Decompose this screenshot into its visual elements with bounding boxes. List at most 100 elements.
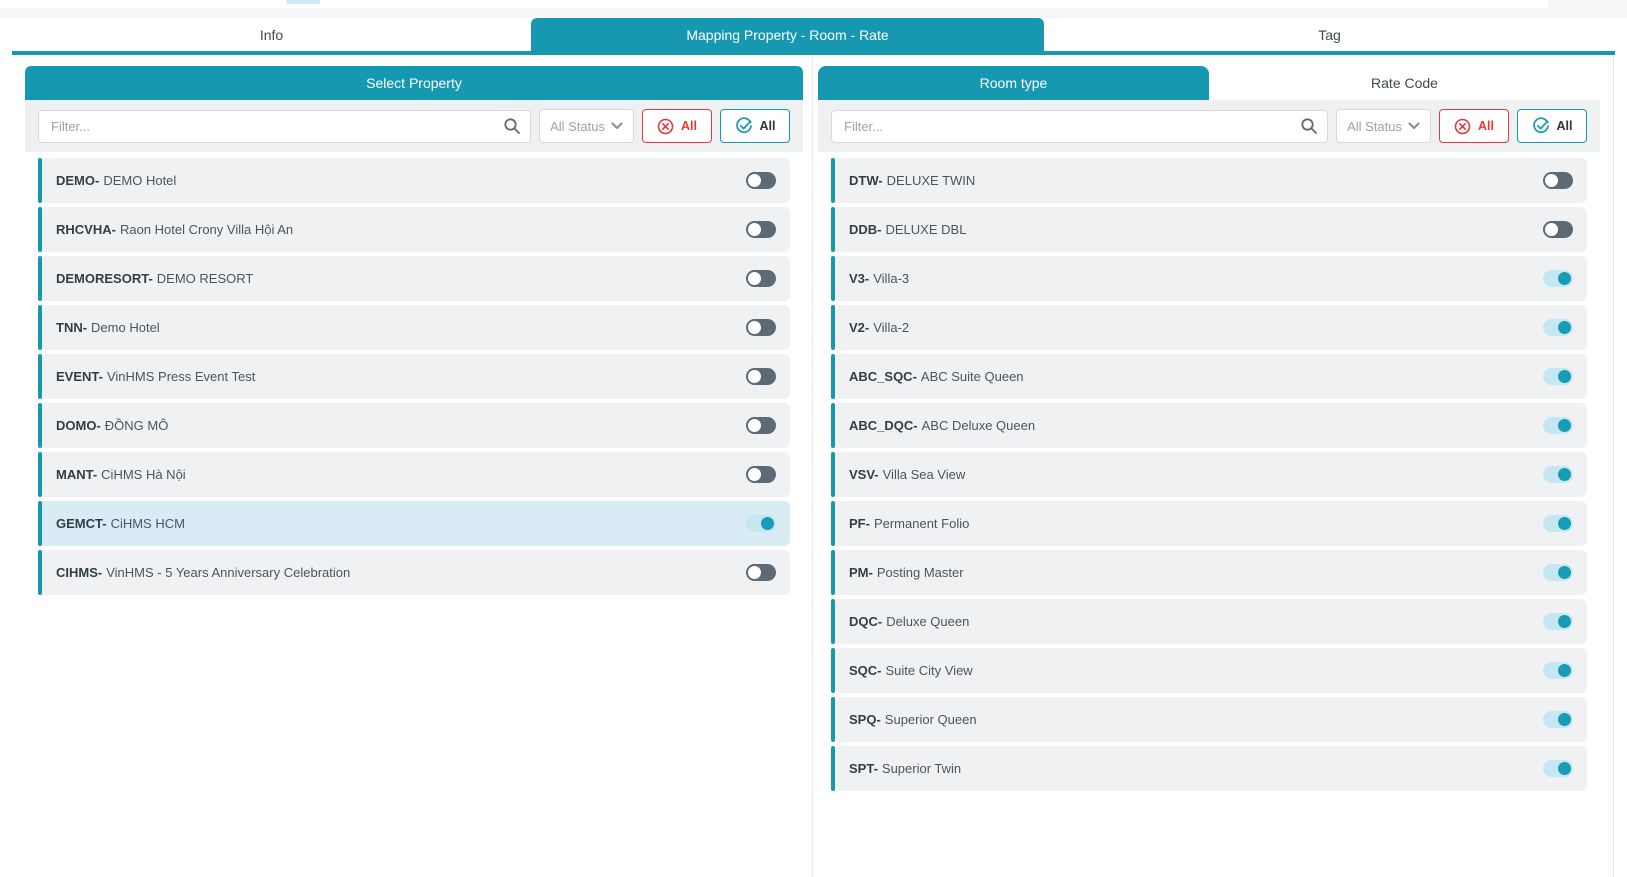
list-item[interactable]: DOMO- ĐỒNG MÔ: [38, 403, 790, 448]
room-deselect-all-button[interactable]: All: [1439, 109, 1509, 143]
panel-divider: [812, 58, 813, 877]
row-accent-bar: [38, 501, 42, 546]
row-name: CiHMS HCM: [110, 516, 185, 531]
toggle-switch[interactable]: [746, 319, 776, 336]
property-status-dropdown[interactable]: All Status: [539, 109, 634, 143]
row-code: PF-: [849, 516, 870, 531]
room-select-all-button[interactable]: All: [1517, 109, 1587, 143]
row-name: Superior Twin: [881, 761, 962, 776]
cancel-circle-icon: [657, 118, 674, 135]
room-filter-bar: All Status All All: [818, 100, 1600, 152]
row-name: ĐỒNG MÔ: [104, 418, 169, 433]
list-item[interactable]: CIHMS- VinHMS - 5 Years Anniversary Cele…: [38, 550, 790, 595]
property-deselect-all-label: All: [681, 119, 697, 133]
toggle-switch[interactable]: [746, 368, 776, 385]
row-name: Villa Sea View: [882, 467, 966, 482]
toggle-switch[interactable]: [1543, 711, 1573, 728]
list-item[interactable]: ABC_SQC- ABC Suite Queen: [831, 354, 1587, 399]
list-item[interactable]: TNN- Demo Hotel: [38, 305, 790, 350]
toggle-switch[interactable]: [1543, 662, 1573, 679]
toggle-knob: [748, 272, 761, 285]
list-item[interactable]: DEMORESORT- DEMO RESORT: [38, 256, 790, 301]
tab-mapping-property-room-rate[interactable]: Mapping Property - Room - Rate: [531, 18, 1044, 51]
search-icon: [1300, 117, 1318, 135]
subtab-room-type[interactable]: Room type: [818, 66, 1209, 100]
property-deselect-all-button[interactable]: All: [642, 109, 712, 143]
toggle-switch[interactable]: [746, 172, 776, 189]
list-item[interactable]: DQC- Deluxe Queen: [831, 599, 1587, 644]
row-name: Demo Hotel: [91, 320, 160, 335]
toggle-switch[interactable]: [1543, 221, 1573, 238]
list-item[interactable]: DTW- DELUXE TWIN: [831, 158, 1587, 203]
row-label: PM- Posting Master: [849, 565, 964, 580]
row-label: DOMO- ĐỒNG MÔ: [56, 418, 168, 433]
toggle-switch[interactable]: [1543, 368, 1573, 385]
row-code: DEMO-: [56, 173, 100, 188]
toggle-switch[interactable]: [746, 417, 776, 434]
room-filter-input[interactable]: [831, 109, 1329, 143]
list-item[interactable]: PF- Permanent Folio: [831, 501, 1587, 546]
toggle-switch[interactable]: [746, 221, 776, 238]
cancel-circle-icon: [1454, 118, 1471, 135]
list-item[interactable]: SQC- Suite City View: [831, 648, 1587, 693]
row-label: SQC- Suite City View: [849, 663, 973, 678]
toggle-switch[interactable]: [1543, 466, 1573, 483]
row-accent-bar: [38, 305, 42, 350]
row-accent-bar: [38, 452, 42, 497]
list-item[interactable]: SPT- Superior Twin: [831, 746, 1587, 791]
toggle-switch[interactable]: [746, 515, 776, 532]
toggle-knob: [1558, 272, 1571, 285]
toggle-switch[interactable]: [1543, 270, 1573, 287]
toggle-knob: [748, 223, 761, 236]
row-accent-bar: [831, 648, 835, 693]
toggle-knob: [748, 566, 761, 579]
toggle-switch[interactable]: [1543, 172, 1573, 189]
property-filter-bar: All Status All All: [25, 100, 803, 152]
search-icon: [503, 117, 521, 135]
room-rate-subtabs: Room type Rate Code: [818, 66, 1600, 100]
list-item[interactable]: V2- Villa-2: [831, 305, 1587, 350]
row-code: SPT-: [849, 761, 878, 776]
toggle-switch[interactable]: [746, 270, 776, 287]
toggle-switch[interactable]: [746, 466, 776, 483]
list-item[interactable]: PM- Posting Master: [831, 550, 1587, 595]
row-label: DEMO- DEMO Hotel: [56, 173, 176, 188]
row-accent-bar: [38, 158, 42, 203]
row-accent-bar: [831, 550, 835, 595]
row-name: Permanent Folio: [873, 516, 970, 531]
toggle-switch[interactable]: [1543, 613, 1573, 630]
room-status-dropdown[interactable]: All Status: [1336, 109, 1431, 143]
property-filter-input[interactable]: [38, 109, 532, 143]
scrollbar-gutter[interactable]: [1613, 55, 1614, 877]
list-item[interactable]: SPQ- Superior Queen: [831, 697, 1587, 742]
toggle-switch[interactable]: [1543, 515, 1573, 532]
toggle-switch[interactable]: [1543, 319, 1573, 336]
tab-tag[interactable]: Tag: [1044, 18, 1615, 51]
list-item[interactable]: DEMO- DEMO Hotel: [38, 158, 790, 203]
subtab-rate-code[interactable]: Rate Code: [1209, 66, 1600, 100]
tab-info[interactable]: Info: [12, 18, 531, 51]
toggle-knob: [748, 419, 761, 432]
list-item[interactable]: RHCVHA- Raon Hotel Crony Villa Hội An: [38, 207, 790, 252]
list-item[interactable]: EVENT- VinHMS Press Event Test: [38, 354, 790, 399]
list-item[interactable]: DDB- DELUXE DBL: [831, 207, 1587, 252]
row-code: PM-: [849, 565, 873, 580]
list-item[interactable]: VSV- Villa Sea View: [831, 452, 1587, 497]
row-accent-bar: [38, 256, 42, 301]
toggle-switch[interactable]: [1543, 760, 1573, 777]
row-label: V2- Villa-2: [849, 320, 909, 335]
list-item[interactable]: V3- Villa-3: [831, 256, 1587, 301]
list-item[interactable]: GEMCT- CiHMS HCM: [38, 501, 790, 546]
row-code: V3-: [849, 271, 870, 286]
row-code: CIHMS-: [56, 565, 103, 580]
row-code: SPQ-: [849, 712, 881, 727]
row-name: ABC Deluxe Queen: [921, 418, 1036, 433]
property-select-all-button[interactable]: All: [720, 109, 790, 143]
toggle-knob: [1545, 174, 1558, 187]
row-name: ABC Suite Queen: [920, 369, 1024, 384]
list-item[interactable]: MANT- CiHMS Hà Nội: [38, 452, 790, 497]
toggle-switch[interactable]: [1543, 564, 1573, 581]
toggle-switch[interactable]: [1543, 417, 1573, 434]
list-item[interactable]: ABC_DQC- ABC Deluxe Queen: [831, 403, 1587, 448]
toggle-switch[interactable]: [746, 564, 776, 581]
